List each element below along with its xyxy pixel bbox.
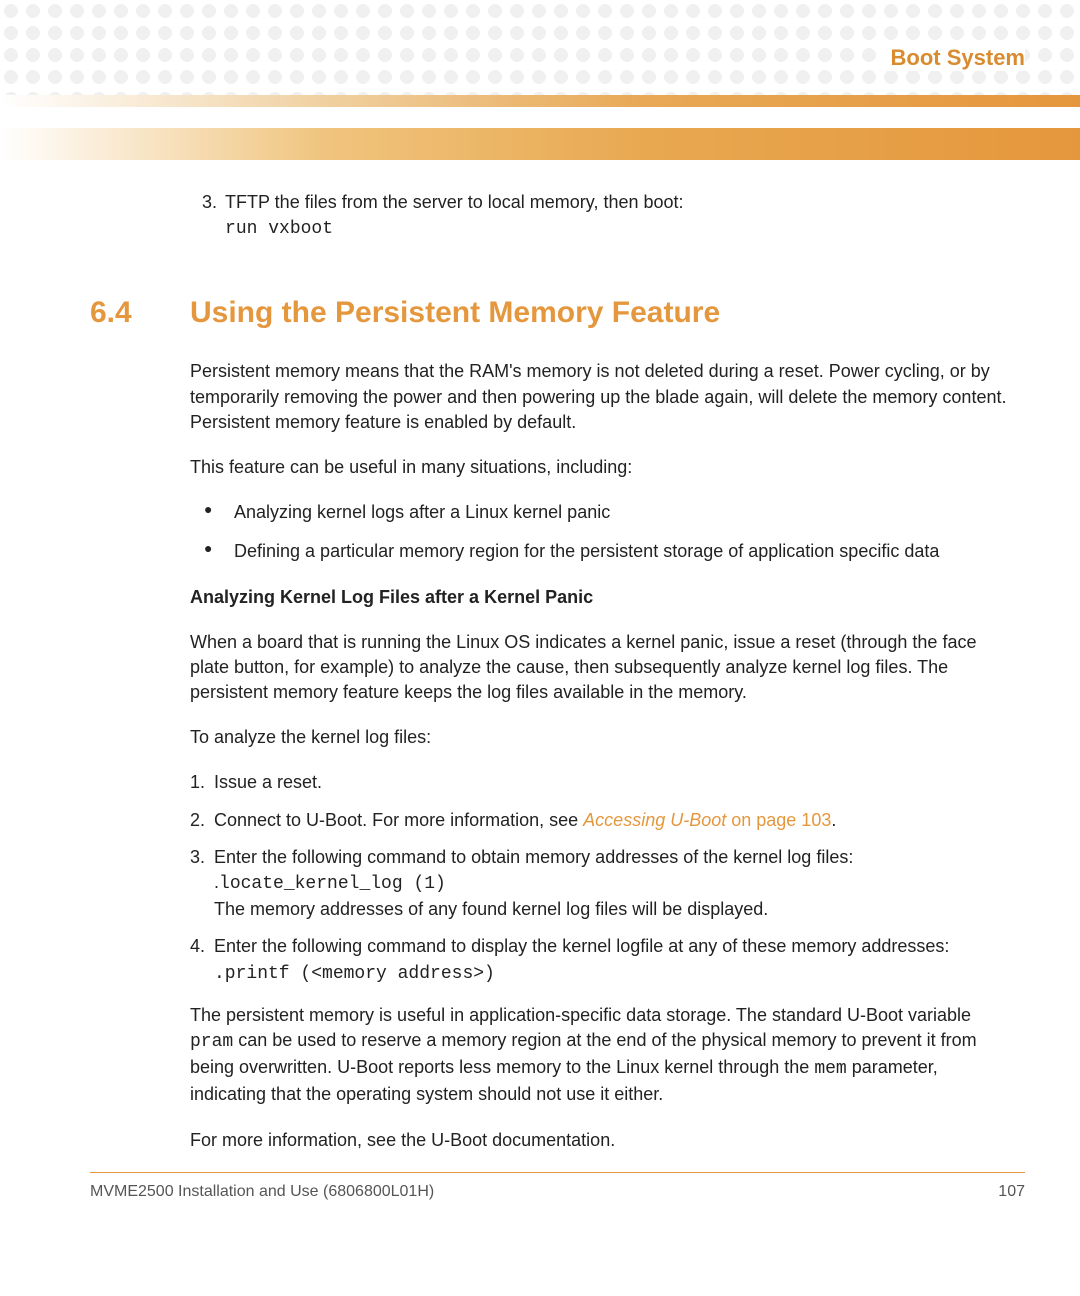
section-heading: 6.4 Using the Persistent Memory Feature bbox=[90, 292, 1010, 334]
list-item: 1. Issue a reset. bbox=[190, 770, 1010, 795]
cross-reference-link[interactable]: Accessing U-Boot bbox=[583, 810, 726, 830]
paragraph: This feature can be useful in many situa… bbox=[190, 455, 1010, 480]
page-footer: MVME2500 Installation and Use (6806800L0… bbox=[90, 1172, 1025, 1201]
footer-doc-title: MVME2500 Installation and Use (6806800L0… bbox=[90, 1183, 434, 1201]
paragraph: Persistent memory means that the RAM's m… bbox=[190, 359, 1010, 435]
step-3: 3. TFTP the files from the server to loc… bbox=[202, 190, 1010, 242]
list-item: 4. Enter the following command to displa… bbox=[190, 934, 1010, 986]
subheading: Analyzing Kernel Log Files after a Kerne… bbox=[190, 585, 1010, 610]
list-item: 3. Enter the following command to obtain… bbox=[190, 845, 1010, 923]
inline-code: .printf (<memory address>) bbox=[214, 964, 495, 984]
step-code: run vxboot bbox=[225, 219, 333, 239]
list-item: 2. Connect to U-Boot. For more informati… bbox=[190, 808, 1010, 833]
inline-code: mem bbox=[814, 1059, 846, 1079]
inline-code: locate_kernel_log (1) bbox=[219, 874, 446, 894]
paragraph: To analyze the kernel log files: bbox=[190, 725, 1010, 750]
chapter-title: Boot System bbox=[881, 45, 1025, 71]
bullet-list: Analyzing kernel logs after a Linux kern… bbox=[190, 500, 1010, 564]
section-number: 6.4 bbox=[90, 292, 190, 334]
paragraph: When a board that is running the Linux O… bbox=[190, 630, 1010, 706]
inline-code: pram bbox=[190, 1032, 233, 1052]
item-body: Issue a reset. bbox=[214, 770, 1010, 795]
list-item: Analyzing kernel logs after a Linux kern… bbox=[222, 500, 1010, 525]
header-thin-bar bbox=[0, 95, 1080, 107]
item-number: 2. bbox=[190, 808, 214, 833]
item-body: Connect to U-Boot. For more information,… bbox=[214, 808, 1010, 833]
ordered-list: 1. Issue a reset. 2. Connect to U-Boot. … bbox=[190, 770, 1010, 986]
paragraph: The persistent memory is useful in appli… bbox=[190, 1003, 1010, 1108]
header-thick-bar bbox=[0, 128, 1080, 160]
page-number: 107 bbox=[998, 1183, 1025, 1201]
page-content: 3. TFTP the files from the server to loc… bbox=[0, 170, 1080, 1153]
section-title: Using the Persistent Memory Feature bbox=[190, 292, 1010, 334]
page-header: Boot System bbox=[0, 0, 1080, 170]
item-number: 1. bbox=[190, 770, 214, 795]
item-body: Enter the following command to display t… bbox=[214, 934, 1010, 986]
item-number: 4. bbox=[190, 934, 214, 986]
item-number: 3. bbox=[190, 845, 214, 923]
cross-reference-link[interactable]: on page 103 bbox=[726, 810, 831, 830]
step-number: 3. bbox=[202, 190, 217, 242]
list-item: Defining a particular memory region for … bbox=[222, 539, 1010, 564]
item-body: Enter the following command to obtain me… bbox=[214, 845, 1010, 923]
step-text: TFTP the files from the server to local … bbox=[225, 192, 684, 212]
paragraph: For more information, see the U-Boot doc… bbox=[190, 1128, 1010, 1153]
